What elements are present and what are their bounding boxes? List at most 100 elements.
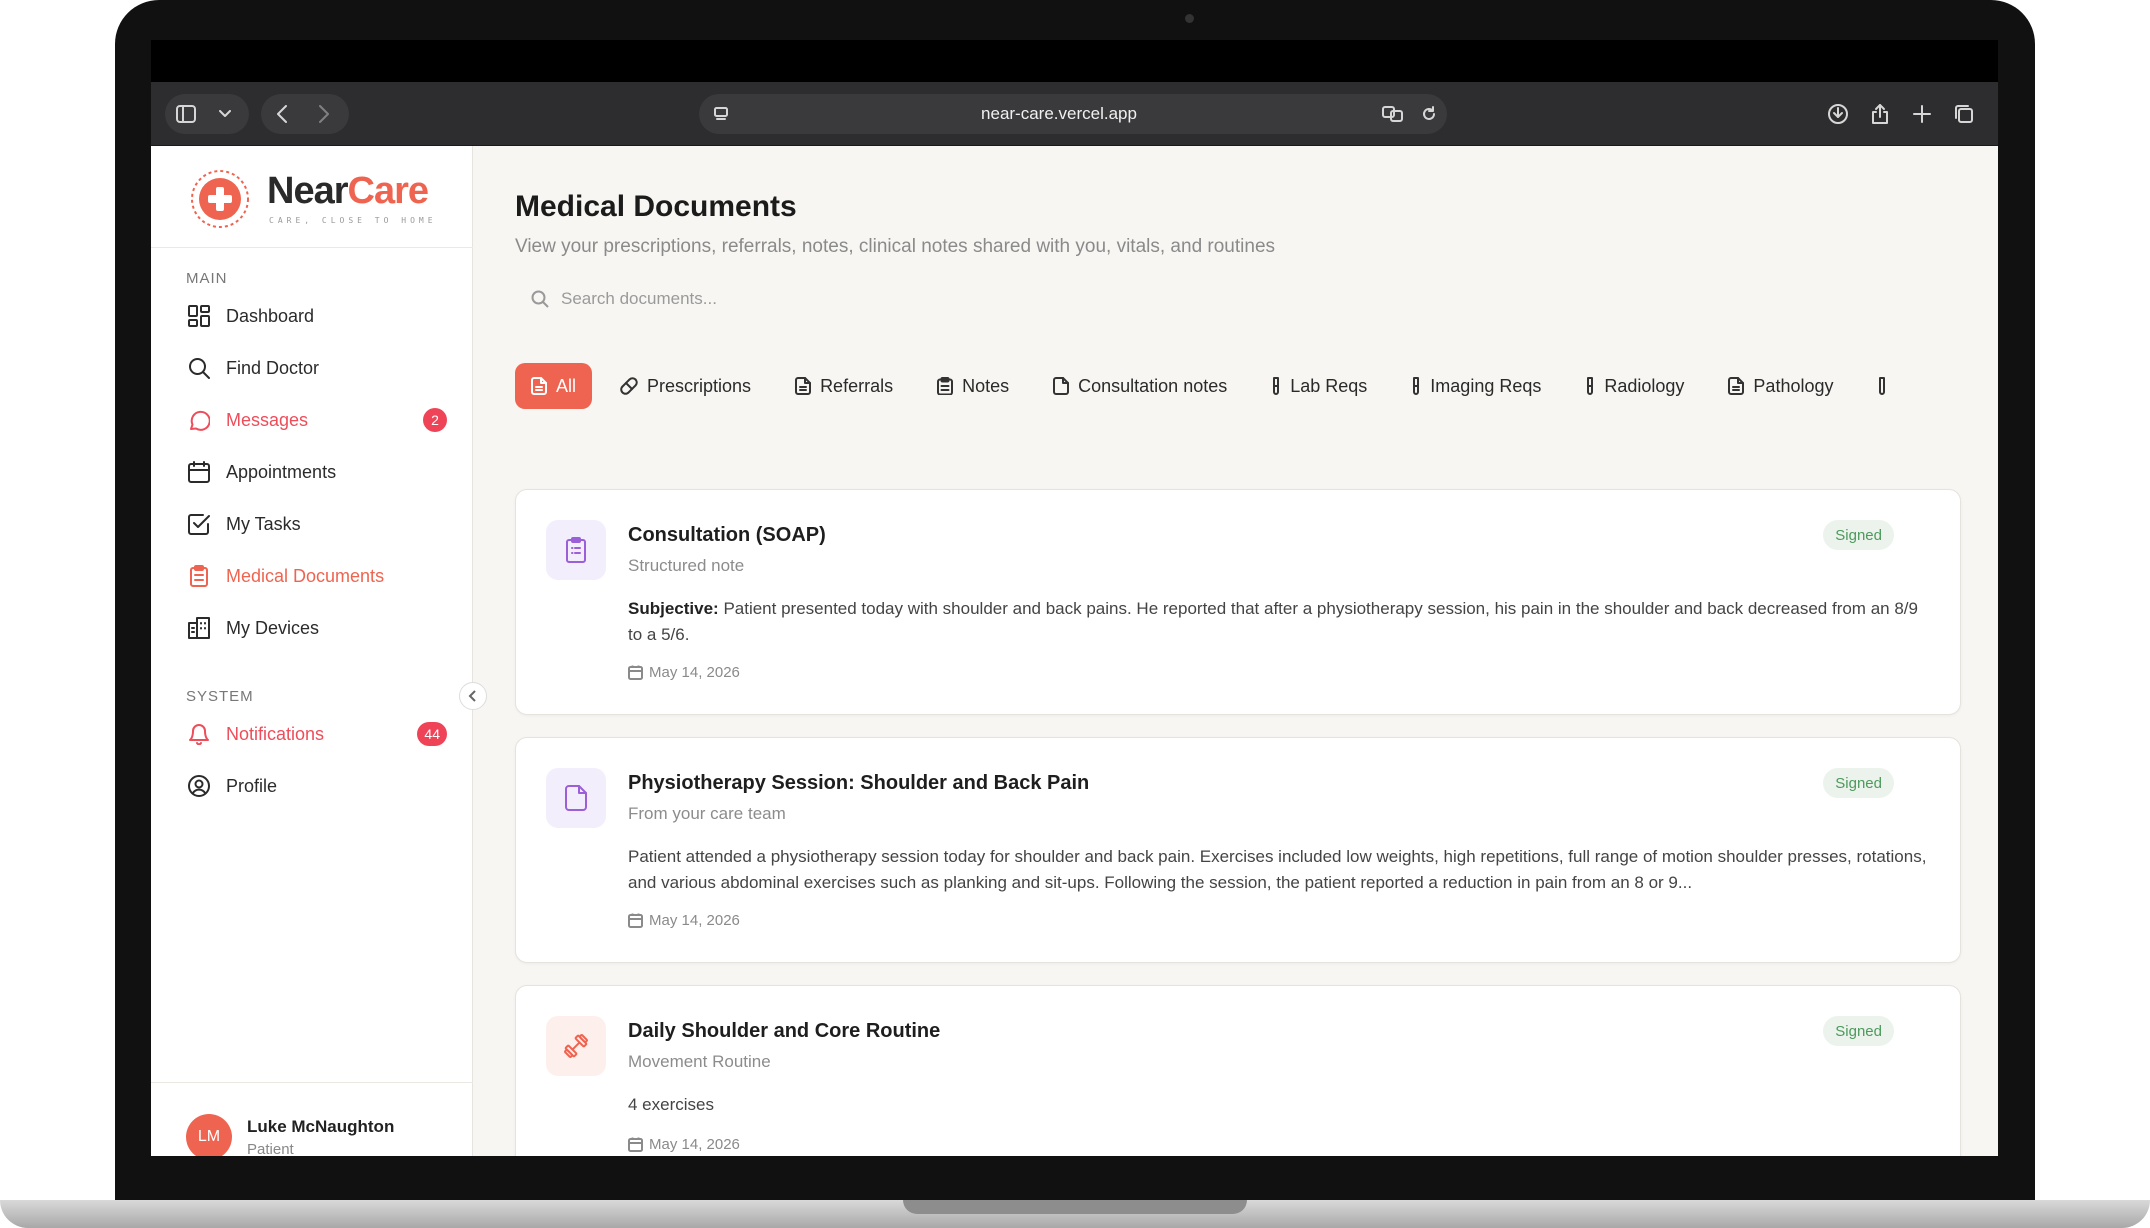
page-subtitle: View your prescriptions, referrals, note… — [515, 236, 1276, 257]
test-tube-icon — [1587, 377, 1594, 395]
tab-overview-icon[interactable] — [1943, 94, 1985, 134]
sidebar-item-label: Dashboard — [226, 305, 315, 326]
sidebar-item-my-tasks[interactable]: My Tasks — [175, 502, 447, 546]
filter-label: Imaging Reqs — [1430, 375, 1542, 396]
calendar-icon — [628, 913, 643, 928]
sidebar-item-medical-documents[interactable]: Medical Documents — [175, 554, 447, 598]
filter-all[interactable]: All — [515, 363, 593, 409]
filter-consultation-notes[interactable]: Consultation notes — [1037, 363, 1243, 409]
address-bar[interactable]: near-care.vercel.app — [699, 94, 1447, 134]
filter-label: Prescriptions — [647, 375, 752, 396]
new-tab-icon[interactable] — [1901, 94, 1943, 134]
test-tube-icon — [1413, 377, 1420, 395]
sidebar-item-my-devices[interactable]: My Devices — [175, 606, 447, 650]
sidebar: NearCare CARE, CLOSE TO HOME MAIN Dashbo… — [151, 146, 473, 1156]
filter-overflow[interactable] — [1861, 363, 1912, 409]
document-title[interactable]: Physiotherapy Session: Shoulder and Back… — [628, 772, 1089, 795]
user-area[interactable]: LM Luke McNaughton Patient — [151, 1082, 473, 1156]
url-text[interactable]: near-care.vercel.app — [743, 104, 1375, 124]
sidebar-item-label: Notifications — [226, 723, 325, 744]
page-title: Medical Documents — [515, 190, 797, 223]
building-icon — [186, 615, 212, 641]
page-menu-icon[interactable] — [699, 94, 743, 134]
sidebar-item-profile[interactable]: Profile — [175, 764, 447, 808]
test-tube-icon — [1879, 377, 1886, 395]
forward-icon[interactable] — [303, 94, 345, 134]
document-subtitle: Structured note — [628, 556, 745, 575]
filter-notes[interactable]: Notes — [921, 363, 1025, 409]
user-role: Patient — [247, 1141, 294, 1156]
file-icon — [546, 768, 606, 828]
document-title[interactable]: Daily Shoulder and Core Routine — [628, 1020, 940, 1043]
sidebar-item-label: My Devices — [226, 617, 320, 638]
sidebar-item-label: Find Doctor — [226, 357, 320, 378]
file-text-icon — [795, 377, 812, 395]
document-card[interactable]: Daily Shoulder and Core Routine Movement… — [515, 985, 1961, 1156]
clipboard-icon — [186, 563, 212, 589]
sidebar-item-label: Profile — [226, 775, 278, 796]
back-icon[interactable] — [261, 94, 303, 134]
sidebar-item-notifications[interactable]: Notifications 44 — [175, 712, 447, 756]
status-badge: Signed — [1823, 520, 1894, 550]
sidebar-item-dashboard[interactable]: Dashboard — [175, 294, 447, 338]
laptop-notch — [903, 1200, 1247, 1214]
filter-label: Notes — [962, 375, 1010, 396]
calendar-icon — [628, 1137, 643, 1152]
document-body: Patient attended a physiotherapy session… — [628, 847, 1927, 892]
system-section-label: SYSTEM — [186, 688, 254, 705]
file-text-icon — [1728, 377, 1745, 395]
filter-label: Lab Reqs — [1290, 375, 1368, 396]
filter-label: Consultation notes — [1078, 375, 1228, 396]
translate-icon[interactable] — [1375, 94, 1411, 134]
document-card[interactable]: Consultation (SOAP) Structured note Subj… — [515, 489, 1961, 715]
brand-name: NearCare — [267, 170, 429, 213]
filter-referrals[interactable]: Referrals — [779, 363, 909, 409]
filter-lab-reqs[interactable]: Lab Reqs — [1255, 363, 1383, 409]
browser-actions — [1817, 94, 1987, 134]
nav-buttons — [261, 94, 349, 134]
document-date-text: May 14, 2026 — [649, 664, 740, 681]
brand-name-near: Near — [267, 170, 348, 212]
test-tube-icon — [1273, 377, 1280, 395]
avatar: LM — [186, 1114, 232, 1156]
filter-label: Pathology — [1753, 375, 1834, 396]
brand-tagline: CARE, CLOSE TO HOME — [269, 216, 437, 225]
file-icon — [1053, 377, 1070, 395]
sidebar-item-label: Messages — [226, 409, 309, 430]
reload-icon[interactable] — [1411, 94, 1447, 134]
clipboard-icon — [546, 520, 606, 580]
calendar-icon — [186, 459, 212, 485]
download-icon[interactable] — [1817, 94, 1859, 134]
document-date: May 14, 2026 — [628, 912, 740, 929]
sidebar-item-messages[interactable]: Messages 2 — [175, 398, 447, 442]
sidebar-toggle-icon[interactable] — [165, 94, 207, 134]
clipboard-icon — [937, 377, 954, 395]
document-date: May 14, 2026 — [628, 1136, 740, 1153]
sidebar-item-label: Medical Documents — [226, 565, 385, 586]
screen: near-care.vercel.app NearCare CARE, CLOS… — [151, 40, 1998, 1156]
calendar-icon — [628, 665, 643, 680]
collapse-sidebar-button[interactable] — [459, 682, 487, 710]
message-icon — [186, 407, 212, 433]
sidebar-item-label: Appointments — [226, 461, 337, 482]
filter-prescriptions[interactable]: Prescriptions — [604, 363, 767, 409]
document-subtitle: Movement Routine — [628, 1052, 771, 1071]
document-body-text: Patient presented today with shoulder an… — [628, 599, 1918, 644]
camera — [1185, 14, 1194, 23]
chevron-down-icon[interactable] — [207, 94, 243, 134]
search-icon — [531, 290, 549, 308]
share-icon[interactable] — [1859, 94, 1901, 134]
document-card[interactable]: Physiotherapy Session: Shoulder and Back… — [515, 737, 1961, 963]
messages-badge: 2 — [423, 408, 447, 432]
filter-pathology[interactable]: Pathology — [1712, 363, 1849, 409]
logo-icon — [191, 170, 249, 228]
document-title[interactable]: Consultation (SOAP) — [628, 524, 826, 547]
search-input[interactable] — [561, 289, 1861, 309]
sidebar-item-appointments[interactable]: Appointments — [175, 450, 447, 494]
bell-icon — [186, 721, 212, 747]
filter-label: All — [556, 375, 577, 396]
filter-imaging-reqs[interactable]: Imaging Reqs — [1395, 363, 1557, 409]
sidebar-item-find-doctor[interactable]: Find Doctor — [175, 346, 447, 390]
brand[interactable]: NearCare CARE, CLOSE TO HOME — [151, 146, 473, 248]
filter-radiology[interactable]: Radiology — [1569, 363, 1700, 409]
